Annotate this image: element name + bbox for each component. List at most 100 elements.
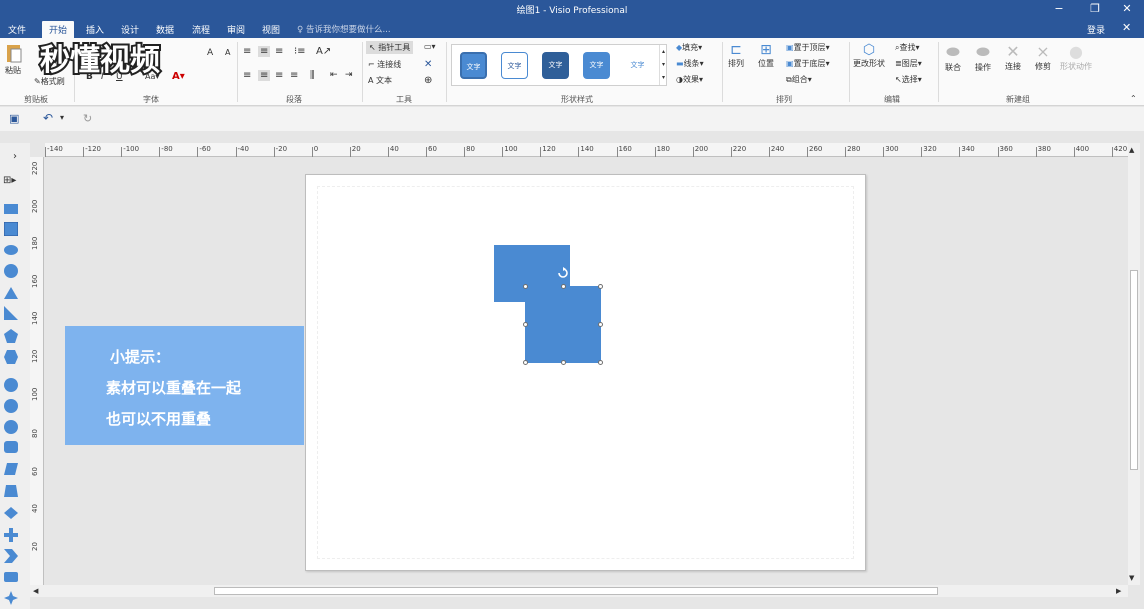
align-top-icon[interactable]: ≡ xyxy=(243,46,251,57)
gallery-scroll[interactable]: ▴ ▾ ▾ xyxy=(659,45,667,85)
text-direction-icon[interactable]: A↗ xyxy=(316,46,331,57)
resize-handle-bl[interactable] xyxy=(523,360,528,365)
resize-handle-tl[interactable] xyxy=(523,284,528,289)
shapes-menu-icon[interactable]: ⊞▸ xyxy=(3,175,16,186)
rectangle-shape-2-selected[interactable] xyxy=(525,286,601,363)
align-button[interactable]: ⊏ 排列 xyxy=(728,42,744,69)
connection-point-icon[interactable]: ⊕ xyxy=(424,75,432,86)
can-shape-icon[interactable] xyxy=(4,441,18,453)
justify-icon[interactable]: ≡ xyxy=(290,70,298,81)
login-link[interactable]: 登录 xyxy=(1087,23,1105,36)
resize-handle-tr[interactable] xyxy=(598,284,603,289)
scroll-down-icon[interactable]: ▼ xyxy=(1129,574,1134,582)
line-button[interactable]: ▬线条▾ xyxy=(676,58,704,69)
trapezoid-shape-icon[interactable] xyxy=(4,485,18,497)
decrease-indent-icon[interactable]: ⇤ xyxy=(330,70,338,80)
align-middle-icon[interactable]: ≡ xyxy=(258,46,271,57)
restore-button[interactable]: ❐ xyxy=(1078,0,1112,20)
group-button[interactable]: ⧉组合▾ xyxy=(786,74,812,85)
trim-button[interactable]: ⨯ 修剪 xyxy=(1035,42,1051,72)
resize-handle-b[interactable] xyxy=(561,360,566,365)
tape-shape-icon[interactable] xyxy=(4,571,18,583)
collapse-ribbon-icon[interactable]: ⌃ xyxy=(1130,94,1137,103)
position-button[interactable]: ⊞ 位置 xyxy=(758,42,774,69)
tab-process[interactable]: 流程 xyxy=(192,23,210,36)
distribute-icon[interactable]: ⫼ xyxy=(310,70,315,81)
resize-handle-t[interactable] xyxy=(561,284,566,289)
circle-shape-icon[interactable] xyxy=(4,264,18,278)
octagon-shape-icon[interactable] xyxy=(4,399,18,413)
change-shape-button[interactable]: ⬡ 更改形状 xyxy=(853,42,885,69)
triangle-shape-icon[interactable] xyxy=(4,287,18,299)
animate-button[interactable]: ● 形状动作 xyxy=(1060,42,1092,72)
resize-handle-r[interactable] xyxy=(598,322,603,327)
ellipse-shape-icon[interactable] xyxy=(4,244,18,256)
align-bottom-icon[interactable]: ≡ xyxy=(275,46,283,57)
fill-button[interactable]: ◆填充▾ xyxy=(676,42,702,53)
connector-tool-button[interactable]: ⌐ 连接线 xyxy=(368,59,401,70)
union-button[interactable]: ⬬ 联合 xyxy=(945,42,961,73)
scroll-up-icon[interactable]: ▲ xyxy=(1129,146,1134,154)
bullets-icon[interactable]: ⁝≡ xyxy=(294,46,306,57)
tab-view[interactable]: 视图 xyxy=(262,23,280,36)
pentagon-shape-icon[interactable] xyxy=(4,329,18,343)
connect-button[interactable]: ✕ 连接 xyxy=(1005,42,1021,72)
bring-to-front-button[interactable]: ▣置于顶层▾ xyxy=(786,42,830,53)
style-item-2[interactable]: 文字 xyxy=(501,52,528,79)
resize-handle-br[interactable] xyxy=(598,360,603,365)
redo-icon[interactable]: ↻ xyxy=(83,112,92,125)
parallelogram-shape-icon[interactable] xyxy=(4,463,18,475)
delete-icon[interactable]: ✕ xyxy=(424,59,432,70)
undo-dropdown-icon[interactable]: ▾ xyxy=(60,113,64,122)
heptagon-shape-icon[interactable] xyxy=(4,378,18,392)
rectangle-shape-icon[interactable] xyxy=(4,203,18,215)
star-shape-icon[interactable] xyxy=(4,591,18,605)
shrink-font-small-button[interactable]: A xyxy=(225,48,230,57)
tab-review[interactable]: 审阅 xyxy=(227,23,245,36)
tab-file[interactable]: 文件 xyxy=(8,23,26,36)
tell-me-box[interactable]: ♀ 告诉我你想要做什么... xyxy=(297,23,391,35)
minimize-button[interactable]: − xyxy=(1042,0,1076,20)
rectangle-tool-button[interactable]: ▭▾ xyxy=(424,42,436,51)
tab-insert[interactable]: 插入 xyxy=(86,23,104,36)
horizontal-scroll-thumb[interactable] xyxy=(214,587,938,595)
tab-data[interactable]: 数据 xyxy=(156,23,174,36)
text-tool-button[interactable]: A 文本 xyxy=(368,75,392,86)
align-left-icon[interactable]: ≡ xyxy=(243,70,251,81)
vertical-scroll-thumb[interactable] xyxy=(1130,270,1138,470)
style-item-3[interactable]: 文字 xyxy=(542,52,569,79)
style-item-5[interactable]: 文字 xyxy=(624,52,651,79)
document-close-icon[interactable]: ✕ xyxy=(1122,21,1131,34)
find-button[interactable]: ⌕查找▾ xyxy=(895,42,920,53)
hexagon-shape-icon[interactable] xyxy=(4,350,18,364)
close-button[interactable]: ✕ xyxy=(1110,0,1144,20)
increase-indent-icon[interactable]: ⇥ xyxy=(345,70,353,80)
style-item-1[interactable]: 文字 xyxy=(460,52,487,79)
tab-home[interactable]: 开始 xyxy=(42,21,75,38)
scroll-left-icon[interactable]: ◀ xyxy=(33,587,38,595)
paste-button[interactable]: 粘贴 xyxy=(5,42,23,76)
expand-shapes-icon[interactable]: › xyxy=(13,151,17,162)
style-item-4[interactable]: 文字 xyxy=(583,52,610,79)
layers-button[interactable]: ≣图层▾ xyxy=(895,58,922,69)
diamond-shape-icon[interactable] xyxy=(4,507,18,519)
pointer-tool-button[interactable]: ↖ 指针工具 xyxy=(366,41,414,54)
select-button[interactable]: ↖选择▾ xyxy=(895,74,922,85)
effect-button[interactable]: ◑效果▾ xyxy=(676,74,703,85)
save-icon[interactable]: ▣ xyxy=(9,112,19,125)
send-to-back-button[interactable]: ▣置于底层▾ xyxy=(786,58,830,69)
square-shape-icon[interactable] xyxy=(4,222,18,236)
resize-handle-l[interactable] xyxy=(523,322,528,327)
right-triangle-shape-icon[interactable] xyxy=(4,306,18,320)
cross-shape-icon[interactable] xyxy=(4,528,18,542)
align-right-icon[interactable]: ≡ xyxy=(275,70,283,81)
drawing-page[interactable] xyxy=(305,174,866,571)
chevron-shape-icon[interactable] xyxy=(4,549,18,563)
decagon-shape-icon[interactable] xyxy=(4,420,18,434)
align-center-icon[interactable]: ≡ xyxy=(258,70,271,81)
scroll-right-icon[interactable]: ▶ xyxy=(1116,587,1121,595)
tab-design[interactable]: 设计 xyxy=(121,23,139,36)
operate-button[interactable]: ⬬ 操作 xyxy=(975,42,991,73)
undo-icon[interactable]: ↶ xyxy=(43,111,53,125)
rotate-handle-icon[interactable] xyxy=(557,267,569,279)
